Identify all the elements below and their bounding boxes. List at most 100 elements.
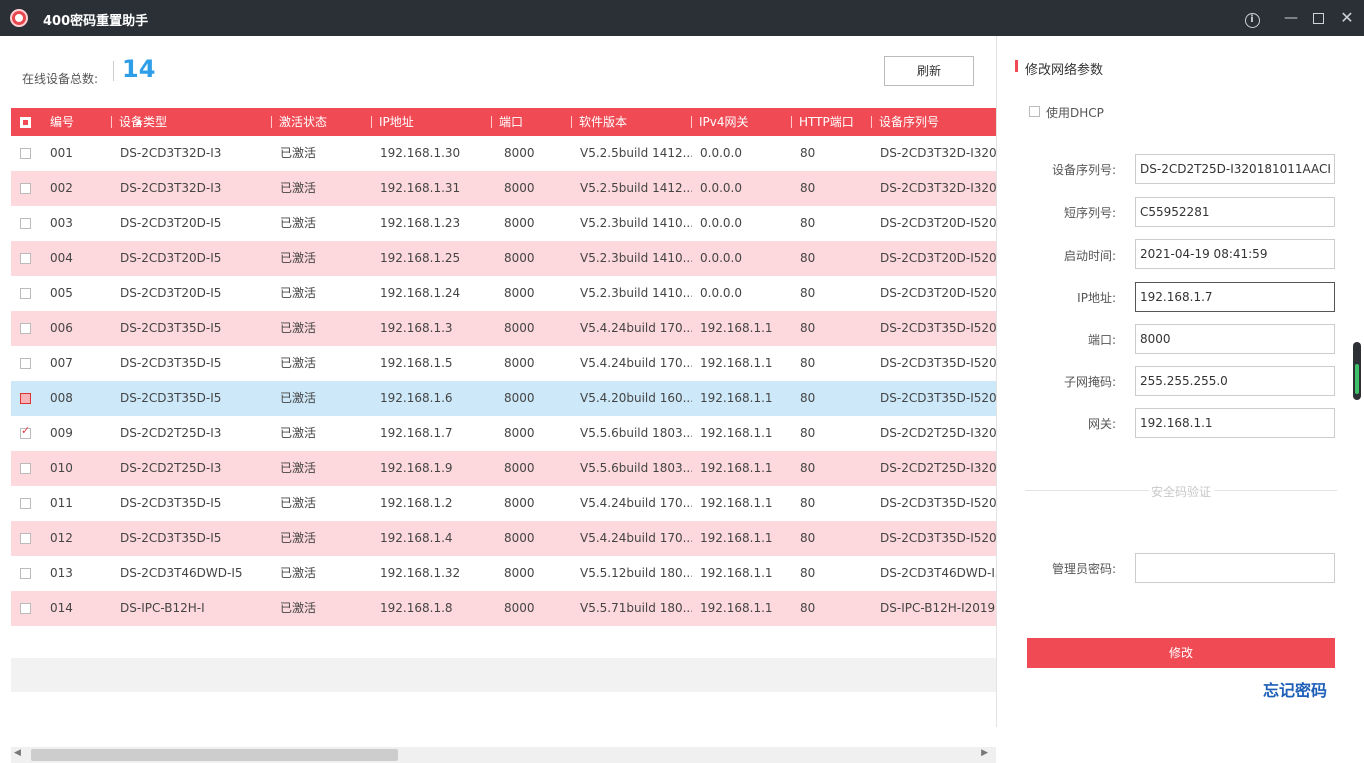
ip-label: IP地址: bbox=[1077, 291, 1116, 305]
cell-serial: DS-2CD3T32D-I320 bbox=[880, 146, 996, 160]
modify-button[interactable]: 修改 bbox=[1027, 638, 1335, 668]
header-gateway[interactable]: IPv4网关 bbox=[691, 108, 749, 136]
row-checkbox[interactable] bbox=[20, 288, 31, 299]
table-row[interactable]: 010 DS-2CD2T25D-I3 已激活 192.168.1.9 8000 V5.5.… bbox=[11, 451, 996, 486]
start-time-field[interactable] bbox=[1135, 239, 1335, 269]
header-version[interactable]: 软件版本 bbox=[570, 108, 627, 136]
mask-field[interactable] bbox=[1135, 366, 1335, 396]
cell-ip: 192.168.1.2 bbox=[380, 496, 453, 510]
header-ip[interactable]: IP地址 bbox=[371, 108, 414, 136]
row-checkbox[interactable] bbox=[20, 358, 31, 369]
gateway-label: 网关: bbox=[1087, 417, 1116, 431]
row-checkbox[interactable] bbox=[20, 183, 31, 194]
short-serial-field[interactable] bbox=[1135, 197, 1335, 227]
header-http[interactable]: HTTP端口 bbox=[791, 108, 854, 136]
table-row[interactable]: 014 DS-IPC-B12H-I 已激活 192.168.1.8 8000 V5.5.7… bbox=[11, 591, 996, 626]
table-row[interactable]: 003 DS-2CD3T20D-I5 已激活 192.168.1.23 8000 V5.2… bbox=[11, 206, 996, 241]
row-checkbox[interactable] bbox=[20, 533, 31, 544]
table-row[interactable]: 001 DS-2CD3T32D-I3 已激活 192.168.1.30 8000 V5.2… bbox=[11, 136, 996, 171]
cell-no: 007 bbox=[50, 356, 73, 370]
row-checkbox[interactable] bbox=[20, 463, 31, 474]
serial-label: 设备序列号: bbox=[1051, 163, 1116, 177]
table-row[interactable]: 011 DS-2CD3T35D-I5 已激活 192.168.1.2 8000 V5.4.… bbox=[11, 486, 996, 521]
table-row[interactable]: 002 DS-2CD3T32D-I3 已激活 192.168.1.31 8000 V5.2… bbox=[11, 171, 996, 206]
app-title: 400密码重置助手 bbox=[43, 14, 149, 29]
table-row[interactable]: 004 DS-2CD3T20D-I5 已激活 192.168.1.25 8000 V5.2… bbox=[11, 241, 996, 276]
cell-type: DS-2CD3T46DWD-I5 bbox=[120, 566, 243, 580]
ip-field[interactable] bbox=[1135, 282, 1335, 312]
cell-http: 80 bbox=[800, 391, 816, 405]
cell-port: 8000 bbox=[504, 251, 535, 265]
port-field[interactable] bbox=[1135, 324, 1335, 354]
gateway-field[interactable] bbox=[1135, 408, 1335, 438]
row-checkbox[interactable] bbox=[20, 148, 31, 159]
cell-no: 011 bbox=[50, 496, 73, 510]
row-checkbox[interactable] bbox=[20, 323, 31, 334]
refresh-button[interactable]: 刷新 bbox=[884, 56, 974, 86]
cell-no: 001 bbox=[50, 146, 73, 160]
header-no[interactable]: 编号 ▲ bbox=[50, 108, 142, 136]
cell-ip: 192.168.1.3 bbox=[380, 321, 453, 335]
row-checkbox[interactable] bbox=[20, 253, 31, 264]
header-serial[interactable]: 设备序列号 bbox=[870, 108, 939, 136]
row-checkbox[interactable] bbox=[20, 568, 31, 579]
cell-gateway: 0.0.0.0 bbox=[700, 251, 742, 265]
row-checkbox[interactable] bbox=[20, 393, 31, 404]
scroll-right-icon[interactable]: ▶ bbox=[981, 748, 988, 758]
cell-ip: 192.168.1.32 bbox=[380, 566, 461, 580]
cell-gateway: 192.168.1.1 bbox=[700, 426, 773, 440]
table-row[interactable]: 009 DS-2CD2T25D-I3 已激活 192.168.1.7 8000 V5.5.… bbox=[11, 416, 996, 451]
row-checkbox[interactable] bbox=[20, 424, 31, 439]
dhcp-label[interactable]: 使用DHCP bbox=[1046, 104, 1104, 121]
row-checkbox[interactable] bbox=[20, 603, 31, 614]
table-row[interactable]: 013 DS-2CD3T46DWD-I5 已激活 192.168.1.32 8000 V5… bbox=[11, 556, 996, 591]
header-port[interactable]: 端口 bbox=[490, 108, 523, 136]
cell-state: 已激活 bbox=[280, 356, 317, 370]
cell-serial: DS-IPC-B12H-I2019 bbox=[880, 601, 996, 615]
close-icon[interactable]: ✕ bbox=[1335, 6, 1359, 30]
row-checkbox[interactable] bbox=[20, 498, 31, 509]
cell-ip: 192.168.1.8 bbox=[380, 601, 453, 615]
cell-port: 8000 bbox=[504, 391, 535, 405]
cell-port: 8000 bbox=[504, 531, 535, 545]
cell-type: DS-2CD3T35D-I5 bbox=[120, 321, 222, 335]
cell-version: V5.2.5build 1412... bbox=[580, 181, 692, 195]
scrollbar-thumb[interactable] bbox=[31, 749, 398, 761]
header-no-label: 编号 bbox=[50, 115, 75, 129]
forgot-password-link[interactable]: 忘记密码 bbox=[1263, 677, 1327, 701]
table-row[interactable]: 012 DS-2CD3T35D-I5 已激活 192.168.1.4 8000 V5.4.… bbox=[11, 521, 996, 556]
cell-state: 已激活 bbox=[280, 461, 317, 475]
cell-no: 013 bbox=[50, 566, 73, 580]
select-all-checkbox[interactable] bbox=[20, 117, 31, 128]
admin-password-label: 管理员密码: bbox=[1051, 562, 1116, 576]
serial-field[interactable] bbox=[1135, 154, 1335, 184]
cell-serial: DS-2CD3T20D-I520 bbox=[880, 286, 996, 300]
cell-state: 已激活 bbox=[280, 601, 317, 615]
cell-ip: 192.168.1.24 bbox=[380, 286, 461, 300]
title-accent bbox=[1015, 60, 1018, 72]
device-list-panel: 在线设备总数: 14 刷新 编号 ▲ 设备类型 激活状态 IP地址 端口 软件版… bbox=[0, 36, 996, 763]
table-row[interactable]: 008 DS-2CD3T35D-I5 已激活 192.168.1.6 8000 V5.4.… bbox=[11, 381, 996, 416]
table-row[interactable]: 005 DS-2CD3T20D-I5 已激活 192.168.1.24 8000 V5.2… bbox=[11, 276, 996, 311]
scroll-left-icon[interactable]: ◀ bbox=[14, 748, 21, 758]
cell-state: 已激活 bbox=[280, 181, 317, 195]
side-scroll-indicator[interactable] bbox=[1353, 342, 1361, 400]
header-type[interactable]: 设备类型 bbox=[110, 108, 167, 136]
admin-password-field[interactable] bbox=[1135, 553, 1335, 583]
table-row[interactable]: 007 DS-2CD3T35D-I5 已激活 192.168.1.5 8000 V5.4.… bbox=[11, 346, 996, 381]
cell-gateway: 0.0.0.0 bbox=[700, 216, 742, 230]
cell-type: DS-2CD3T35D-I5 bbox=[120, 531, 222, 545]
table-row[interactable]: 006 DS-2CD3T35D-I5 已激活 192.168.1.3 8000 V5.4.… bbox=[11, 311, 996, 346]
info-icon[interactable]: i bbox=[1240, 6, 1264, 30]
row-checkbox[interactable] bbox=[20, 218, 31, 229]
horizontal-scrollbar[interactable]: ◀ ▶ bbox=[11, 747, 996, 763]
cell-port: 8000 bbox=[504, 146, 535, 160]
maximize-icon[interactable] bbox=[1306, 6, 1330, 30]
cell-gateway: 0.0.0.0 bbox=[700, 286, 742, 300]
dhcp-checkbox[interactable] bbox=[1029, 106, 1040, 117]
app-logo-icon bbox=[10, 9, 28, 27]
minimize-icon[interactable]: — bbox=[1279, 6, 1303, 30]
cell-state: 已激活 bbox=[280, 251, 317, 265]
header-state[interactable]: 激活状态 bbox=[270, 108, 327, 136]
online-count-label: 在线设备总数: bbox=[22, 72, 99, 86]
